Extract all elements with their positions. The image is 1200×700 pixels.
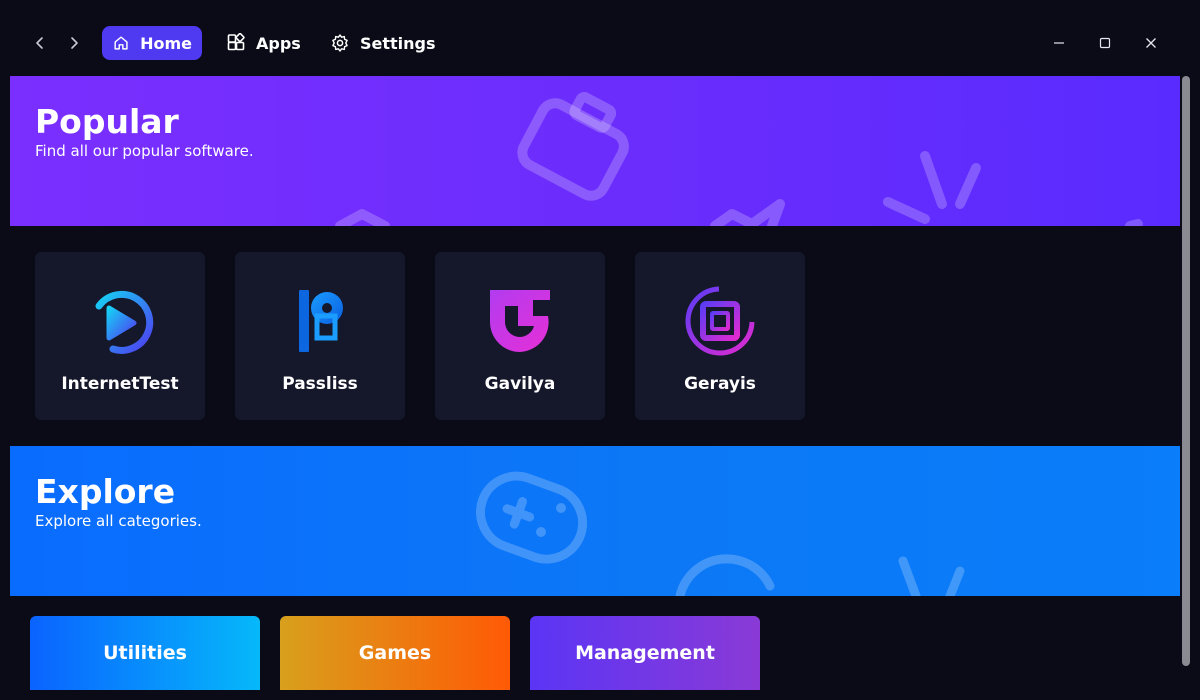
category-label: Management bbox=[575, 642, 715, 664]
explore-title: Explore bbox=[35, 472, 176, 511]
tab-home[interactable]: Home bbox=[102, 26, 202, 60]
app-card-gerayis[interactable]: Gerayis bbox=[635, 252, 805, 420]
home-icon bbox=[114, 36, 128, 50]
gear-icon bbox=[332, 34, 348, 52]
chevron-right-icon bbox=[71, 37, 78, 49]
gavilya-logo-icon bbox=[490, 290, 550, 352]
category-management[interactable]: Management bbox=[530, 616, 760, 690]
vertical-scrollbar[interactable] bbox=[1182, 76, 1190, 666]
app-name: Gavilya bbox=[484, 374, 556, 394]
tab-apps-label: Apps bbox=[256, 33, 301, 53]
tab-settings[interactable]: Settings bbox=[320, 26, 446, 60]
chevron-left-icon bbox=[36, 37, 43, 49]
tab-home-label: Home bbox=[140, 33, 192, 53]
popular-banner: Popular Find all our popular software. bbox=[10, 76, 1180, 226]
passliss-logo-icon bbox=[299, 290, 343, 352]
popular-subtitle: Find all our popular software. bbox=[35, 142, 254, 160]
maximize-icon bbox=[1099, 37, 1111, 49]
maximize-button[interactable] bbox=[1092, 30, 1118, 56]
explore-banner: Explore Explore all categories. bbox=[10, 446, 1180, 596]
explore-subtitle: Explore all categories. bbox=[35, 512, 202, 530]
minimize-button[interactable] bbox=[1046, 30, 1072, 56]
app-name: Passliss bbox=[282, 374, 358, 394]
tab-settings-label: Settings bbox=[360, 33, 436, 53]
back-button[interactable] bbox=[30, 33, 50, 53]
close-button[interactable] bbox=[1138, 30, 1164, 56]
popular-title: Popular bbox=[35, 102, 179, 141]
internettest-logo-icon bbox=[95, 290, 154, 354]
minimize-icon bbox=[1054, 42, 1064, 44]
category-utilities[interactable]: Utilities bbox=[30, 616, 260, 690]
app-card-gavilya[interactable]: Gavilya bbox=[435, 252, 605, 420]
app-name: Gerayis bbox=[684, 374, 756, 394]
title-bar: Home Apps Settings bbox=[0, 0, 1200, 76]
gerayis-logo-icon bbox=[685, 286, 755, 356]
apps-grid-icon bbox=[227, 33, 245, 51]
forward-button[interactable] bbox=[64, 33, 84, 53]
category-label: Utilities bbox=[103, 642, 187, 664]
app-name: InternetTest bbox=[61, 374, 179, 394]
app-card-internettest[interactable]: InternetTest bbox=[35, 252, 205, 420]
tab-apps[interactable]: Apps bbox=[216, 26, 311, 60]
category-games[interactable]: Games bbox=[280, 616, 510, 690]
close-icon bbox=[1146, 38, 1156, 48]
app-card-passliss[interactable]: Passliss bbox=[235, 252, 405, 420]
category-label: Games bbox=[358, 642, 432, 664]
